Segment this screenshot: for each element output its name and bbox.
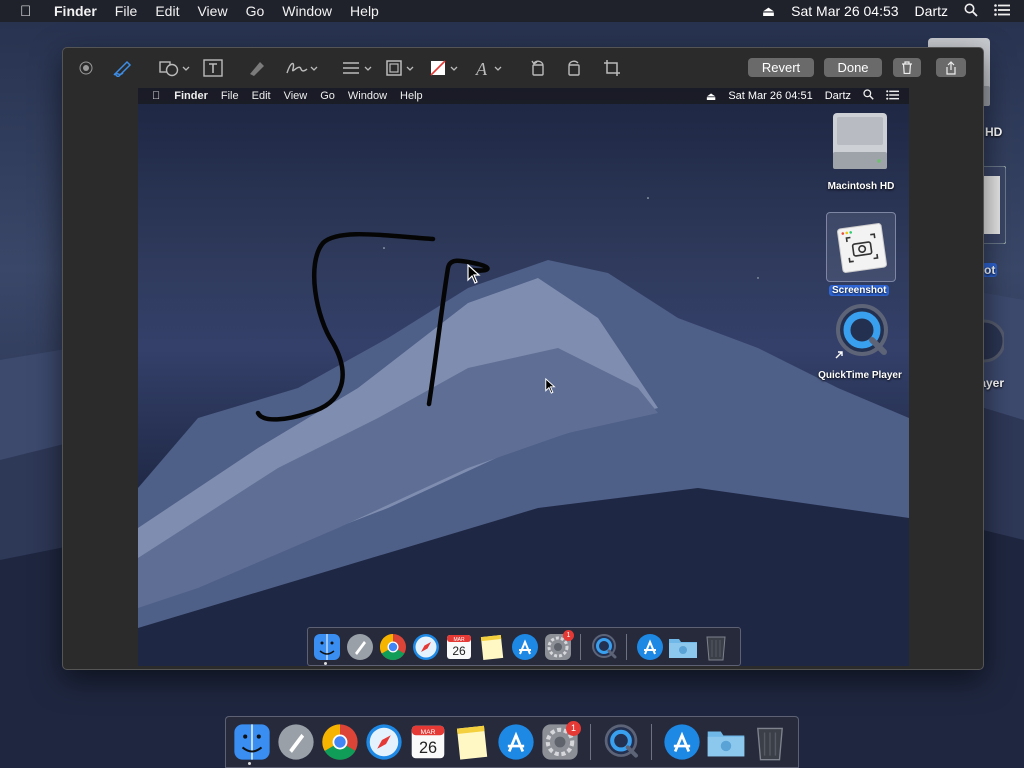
done-button[interactable]: Done — [824, 58, 882, 77]
sign-icon[interactable] — [285, 58, 319, 78]
desktop-hd-label: HD — [985, 125, 1003, 139]
launchpad-icon — [343, 630, 376, 663]
chrome-icon — [376, 630, 409, 663]
dock-running-indicator — [248, 762, 251, 765]
sketch-annotation[interactable] — [138, 88, 909, 666]
menubar-status: ⏏ Sat Mar 26 04:53 Dartz — [746, 0, 1010, 22]
spotlight-search-icon[interactable] — [964, 3, 978, 20]
desktop-screenshot-label: ot — [982, 263, 998, 277]
calendar-icon: MAR 26 — [442, 630, 475, 663]
dock-separator — [626, 633, 627, 660]
quicktime-icon — [587, 630, 620, 663]
screenshot-dock: MAR 26 1 — [307, 627, 741, 666]
revert-button[interactable]: Revert — [748, 58, 814, 77]
finder-icon — [310, 630, 343, 663]
app-store-icon — [633, 630, 666, 663]
screenshot-canvas[interactable]:  Finder File Edit View Go Window Help ⏏… — [138, 88, 909, 666]
rotate-right-icon[interactable] — [565, 58, 583, 78]
trash-icon — [699, 630, 732, 663]
menu-go[interactable]: Go — [246, 3, 265, 19]
dock-separator — [580, 633, 581, 660]
line-style-icon[interactable] — [341, 58, 375, 78]
menu-edit[interactable]: Edit — [155, 3, 179, 19]
menu-finder[interactable]: Finder — [54, 3, 97, 19]
svg-text:26: 26 — [419, 739, 437, 757]
notes-icon — [475, 630, 508, 663]
dock-separator — [651, 724, 652, 760]
quicktime-icon[interactable] — [962, 316, 1006, 371]
trash-icon[interactable] — [748, 720, 792, 764]
chrome-icon[interactable] — [318, 720, 362, 764]
menu-help[interactable]: Help — [350, 3, 379, 19]
apple-menu-icon[interactable]:  — [20, 3, 36, 20]
notes-icon[interactable] — [450, 720, 494, 764]
menubar-user[interactable]: Dartz — [915, 3, 948, 19]
app-store-icon — [508, 630, 541, 663]
folder-icon[interactable] — [704, 720, 748, 764]
dock-separator — [590, 724, 591, 760]
share-icon[interactable] — [936, 58, 966, 77]
system-preferences-icon[interactable]: 1 — [538, 720, 582, 764]
badge-count: 1 — [563, 630, 574, 641]
sketch-pen-icon[interactable] — [113, 58, 135, 78]
mouse-pointer-icon — [545, 378, 556, 394]
close-window-icon[interactable] — [79, 58, 93, 78]
text-style-icon[interactable]: A — [475, 58, 509, 78]
svg-text:MAR: MAR — [420, 729, 435, 736]
text-box-icon[interactable] — [203, 58, 223, 78]
trash-icon[interactable] — [893, 58, 921, 77]
menubar:  Finder File Edit View Go Window Help ⏏… — [0, 0, 1024, 22]
svg-text:26: 26 — [452, 644, 466, 658]
badge-count: 1 — [566, 721, 581, 736]
mouse-pointer-icon — [467, 264, 481, 284]
safari-icon[interactable] — [362, 720, 406, 764]
app-store-icon[interactable] — [494, 720, 538, 764]
highlight-icon[interactable] — [247, 58, 267, 78]
menu-window[interactable]: Window — [282, 3, 332, 19]
dock: MAR 26 1 — [225, 716, 799, 768]
safari-icon — [409, 630, 442, 663]
finder-icon[interactable] — [230, 720, 274, 764]
shapes-icon[interactable] — [159, 58, 191, 78]
menu-file[interactable]: File — [115, 3, 138, 19]
notification-center-icon[interactable] — [994, 3, 1010, 19]
markup-toolbar: A Revert Done — [63, 48, 983, 88]
menubar-clock[interactable]: Sat Mar 26 04:53 — [791, 3, 898, 19]
quicktime-icon[interactable] — [599, 720, 643, 764]
folder-icon — [666, 630, 699, 663]
svg-text:MAR: MAR — [453, 637, 465, 643]
border-color-icon[interactable] — [385, 58, 419, 78]
crop-icon[interactable] — [603, 58, 621, 78]
svg-text:A: A — [475, 59, 488, 77]
fill-color-icon[interactable] — [429, 58, 463, 78]
system-preferences-icon: 1 — [541, 630, 574, 663]
app-store-icon[interactable] — [660, 720, 704, 764]
dock-running-indicator — [324, 662, 327, 665]
menu-view[interactable]: View — [197, 3, 227, 19]
eject-icon[interactable]: ⏏ — [762, 3, 775, 20]
markup-window: A Revert Done  — [62, 47, 984, 670]
rotate-left-icon[interactable] — [529, 58, 547, 78]
calendar-icon[interactable]: MAR 26 — [406, 720, 450, 764]
launchpad-icon[interactable] — [274, 720, 318, 764]
